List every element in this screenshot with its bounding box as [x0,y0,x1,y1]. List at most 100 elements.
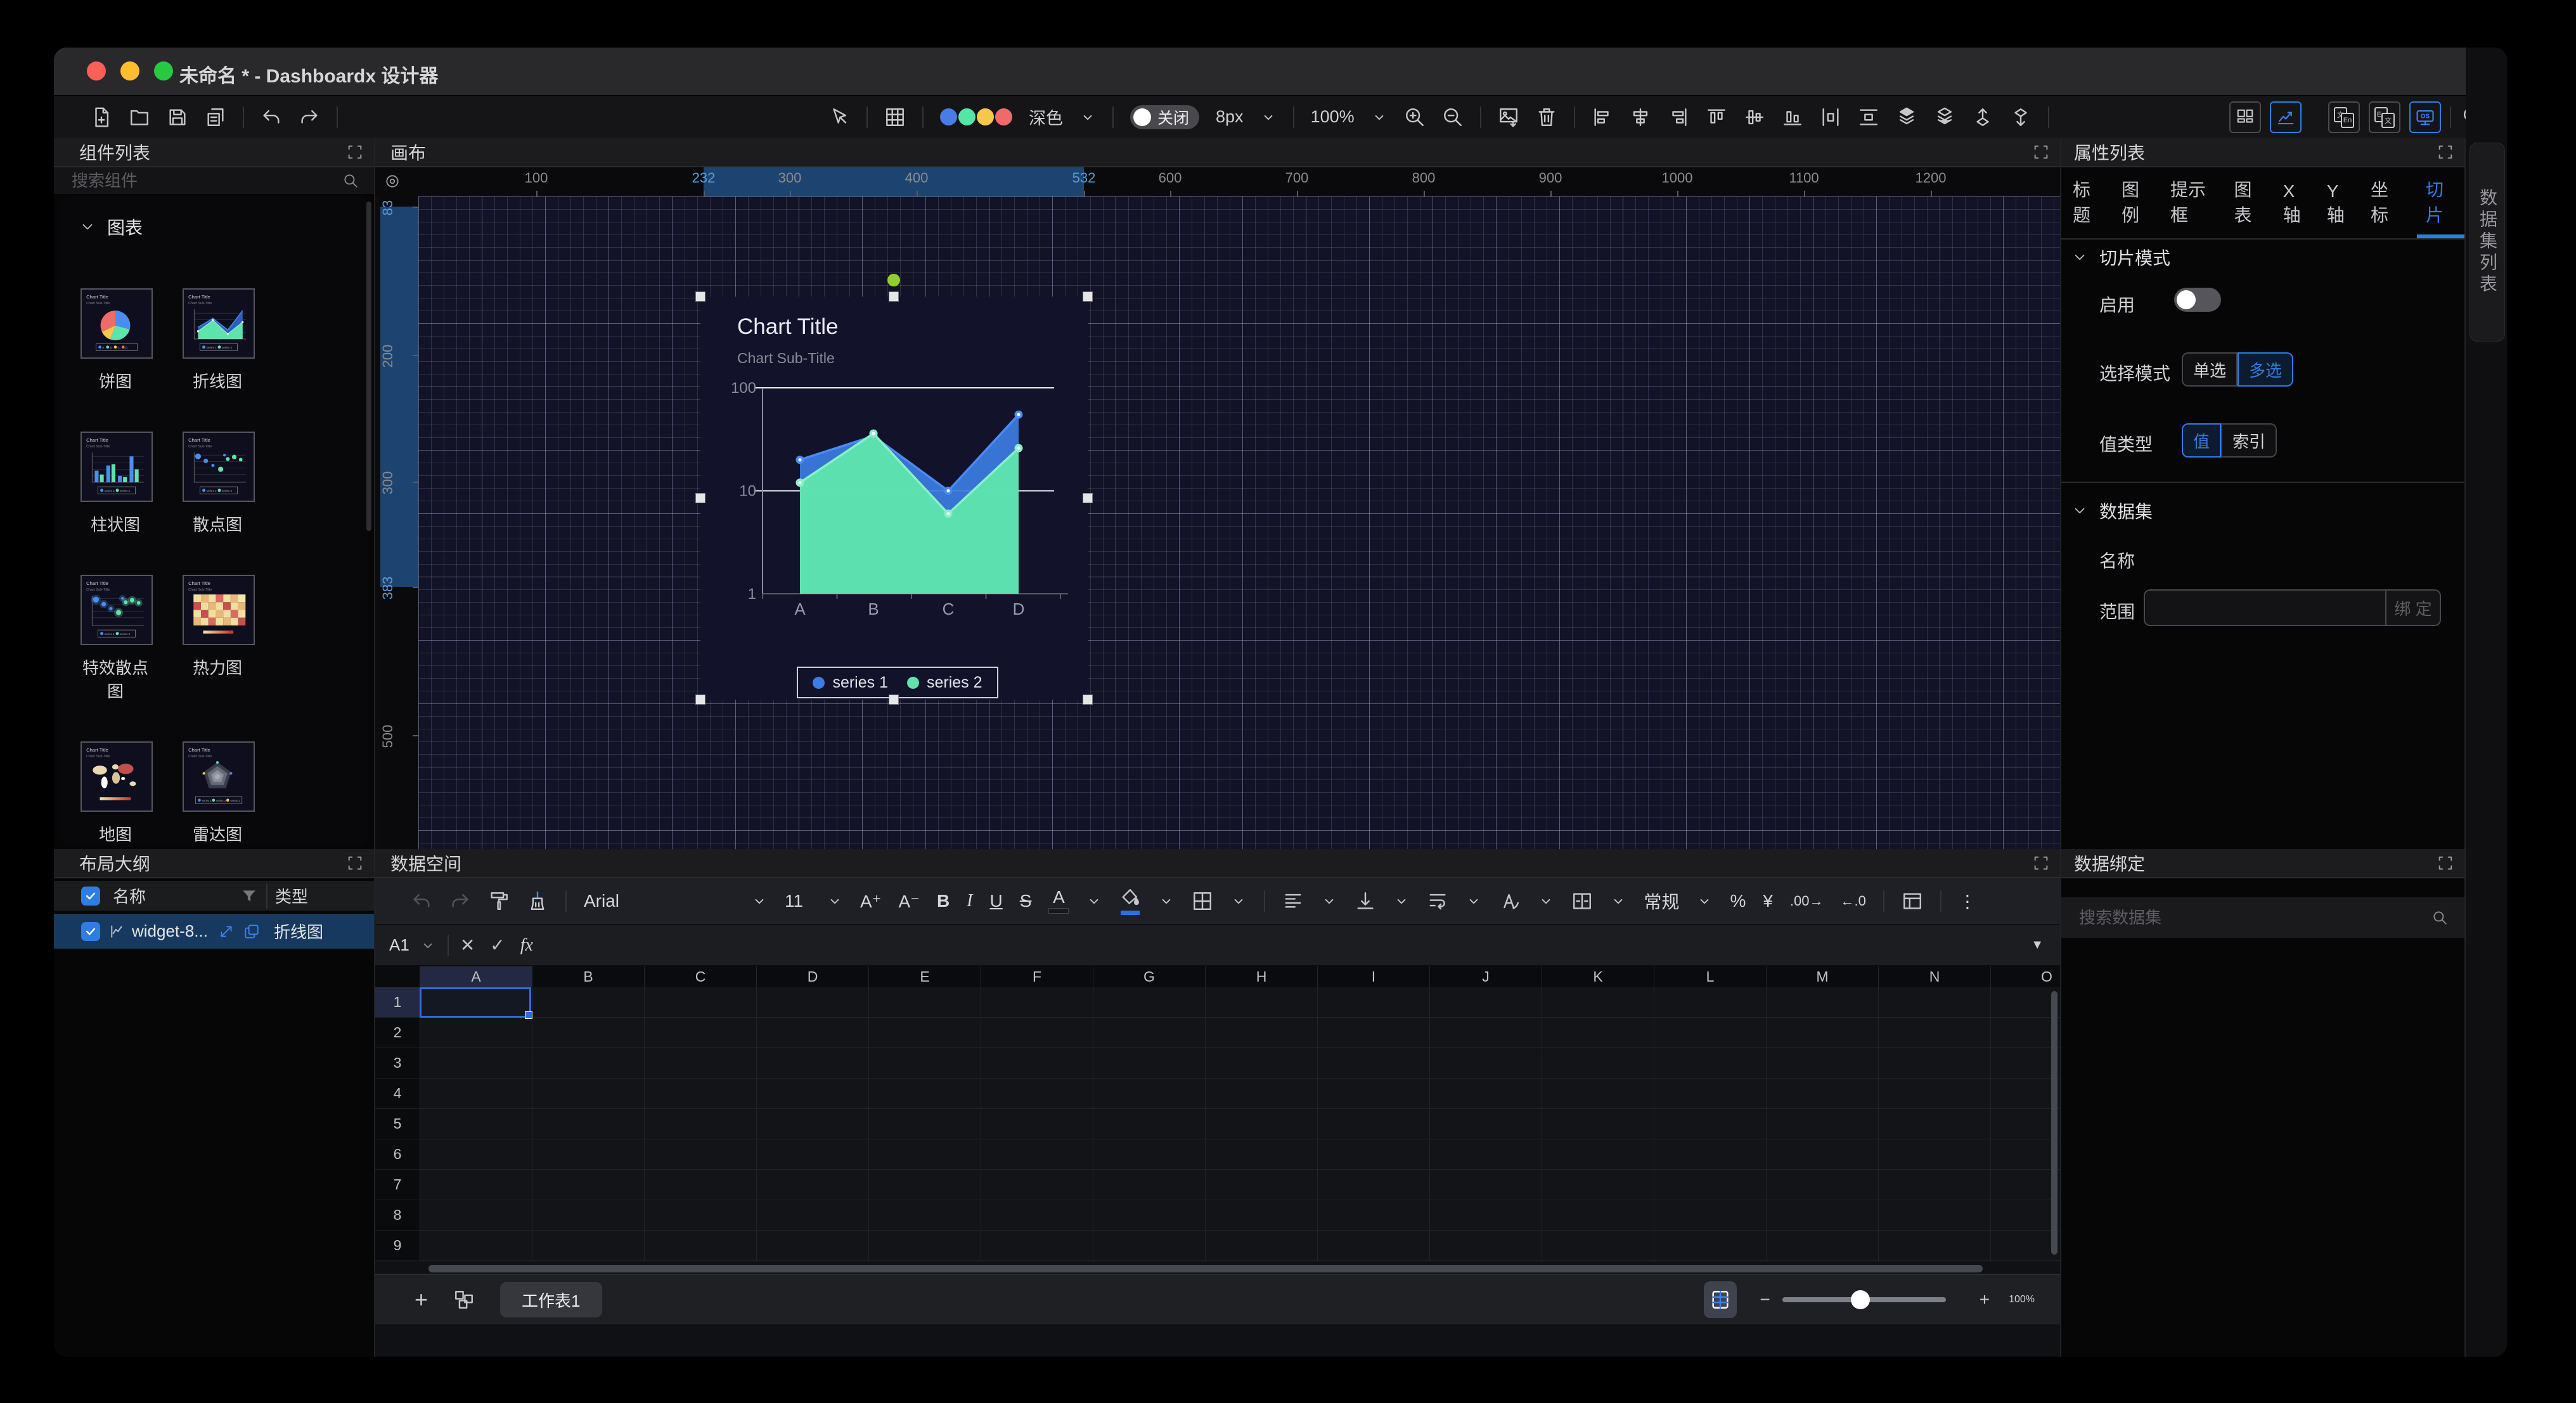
search-icon[interactable] [2431,909,2448,926]
text-wrap-icon[interactable] [1427,890,1448,912]
tab-标题[interactable]: 标题 [2070,167,2105,238]
cell-E5[interactable] [869,1109,981,1139]
text-rotate-icon[interactable] [1499,890,1521,912]
cell-J7[interactable] [1430,1170,1542,1200]
row-header-7[interactable]: 7 [375,1170,420,1200]
cell-D6[interactable] [757,1139,869,1170]
cell-O8[interactable] [1991,1200,2060,1231]
search-icon[interactable] [342,172,359,189]
cell-K7[interactable] [1542,1170,1654,1200]
cell-A8[interactable] [420,1200,532,1231]
column-header-I[interactable]: I [1318,966,1430,987]
row-header-6[interactable]: 6 [375,1139,420,1170]
row-header-3[interactable]: 3 [375,1048,420,1079]
chart-widget[interactable]: Chart Title Chart Sub-Title 100101ABCD s… [700,297,1088,700]
cell-N8[interactable] [1879,1200,1991,1231]
cell-E2[interactable] [869,1018,981,1048]
cell-B9[interactable] [532,1231,645,1261]
minimize-window-button[interactable] [120,61,139,80]
cell-A6[interactable] [420,1139,532,1170]
copy-widget-icon[interactable] [243,923,260,940]
confirm-edit-icon[interactable]: ✓ [490,935,505,956]
rotate-handle[interactable] [887,274,900,286]
cell-G1[interactable] [1093,987,1206,1018]
cell-M5[interactable] [1767,1109,1879,1139]
chart-legend[interactable]: series 1series 2 [797,667,998,698]
tab-Y轴[interactable]: Y轴 [2324,172,2354,238]
cell-C7[interactable] [645,1170,757,1200]
cell-M9[interactable] [1767,1231,1879,1261]
clear-format-icon[interactable] [527,890,548,912]
export-image-icon[interactable] [1498,106,1519,128]
tab-坐标[interactable]: 坐标 [2368,167,2403,238]
cell-H4[interactable] [1206,1079,1318,1109]
cell-I9[interactable] [1318,1231,1430,1261]
column-header-B[interactable]: B [532,966,645,987]
dataset-section-header[interactable]: 数据集 [2071,498,2153,523]
bring-forward-icon[interactable] [1972,106,1993,128]
component-item-heatmap[interactable]: Chart TitleChart Sub-Title热力图 [183,575,286,702]
segment-option-值[interactable]: 值 [2182,423,2221,458]
horizontal-align-icon[interactable] [1282,890,1304,912]
cell-F4[interactable] [981,1079,1093,1109]
column-header-H[interactable]: H [1206,966,1318,987]
corner-cell[interactable] [375,966,420,987]
row-header-4[interactable]: 4 [375,1079,420,1109]
expand-panel-icon[interactable] [2437,854,2454,872]
fill-color-icon[interactable] [1119,887,1141,915]
vertical-ruler[interactable]: 83200300383500 [380,196,418,849]
ruler-origin-icon[interactable] [384,173,401,189]
undo-icon[interactable] [261,106,282,128]
cell-A3[interactable] [420,1048,532,1079]
chevron-down-icon[interactable] [1158,893,1175,909]
cell-L3[interactable] [1654,1048,1767,1079]
column-header-G[interactable]: G [1093,966,1206,987]
paint-format-icon[interactable] [488,890,510,912]
chevron-down-icon[interactable] [1538,893,1554,909]
slice-mode-section-header[interactable]: 切片模式 [2071,245,2170,270]
resize-handle-e[interactable] [1083,493,1093,503]
font-color-icon[interactable]: A [1048,888,1069,914]
cell-J2[interactable] [1430,1018,1542,1048]
underline-icon[interactable]: U [990,891,1003,911]
cell-C5[interactable] [645,1109,757,1139]
cell-O9[interactable] [1991,1231,2060,1261]
cell-H3[interactable] [1206,1048,1318,1079]
cell-F7[interactable] [981,1170,1093,1200]
number-format-select[interactable]: 常规 [1644,888,1679,914]
component-item-pie[interactable]: Chart TitleChart Sub-TitleABCD饼图 [80,288,184,392]
cell-G4[interactable] [1093,1079,1206,1109]
tab-X轴[interactable]: X轴 [2281,172,2310,238]
send-backward-icon[interactable] [2010,106,2032,128]
component-item-line[interactable]: Chart TitleChart Sub-Titleseries 1series… [183,288,286,392]
cell-C6[interactable] [645,1139,757,1170]
segment-option-单选[interactable]: 单选 [2182,352,2238,387]
cell-D1[interactable] [757,987,869,1018]
column-headers[interactable]: ABCDEFGHIJKLMNO [375,966,2060,987]
cell-F9[interactable] [981,1231,1093,1261]
column-header-C[interactable]: C [645,966,757,987]
chevron-down-icon[interactable] [1230,893,1247,909]
os-theme-button[interactable]: OS [2409,101,2441,133]
column-header-E[interactable]: E [869,966,981,987]
align-center-horizontal-icon[interactable] [1630,106,1651,128]
active-cell-selection[interactable] [420,987,531,1018]
tab-图例[interactable]: 图例 [2119,167,2154,238]
zoom-slider-track[interactable] [1782,1297,1946,1302]
add-sheet-icon[interactable]: + [415,1286,428,1313]
cell-O2[interactable] [1991,1018,2060,1048]
cell-D7[interactable] [757,1170,869,1200]
cell-K4[interactable] [1542,1079,1654,1109]
cell-L4[interactable] [1654,1079,1767,1109]
expand-panel-icon[interactable] [346,854,364,872]
send-to-back-icon[interactable] [1934,106,1955,128]
cell-G6[interactable] [1093,1139,1206,1170]
expand-formula-icon[interactable]: ▼ [2031,938,2044,952]
cell-M3[interactable] [1767,1048,1879,1079]
cell-A7[interactable] [420,1170,532,1200]
sheet-redo-icon[interactable] [449,890,471,912]
row-header-1[interactable]: 1 [375,987,420,1018]
cell-O5[interactable] [1991,1109,2060,1139]
tab-图表[interactable]: 图表 [2232,167,2267,238]
cell-L1[interactable] [1654,987,1767,1018]
